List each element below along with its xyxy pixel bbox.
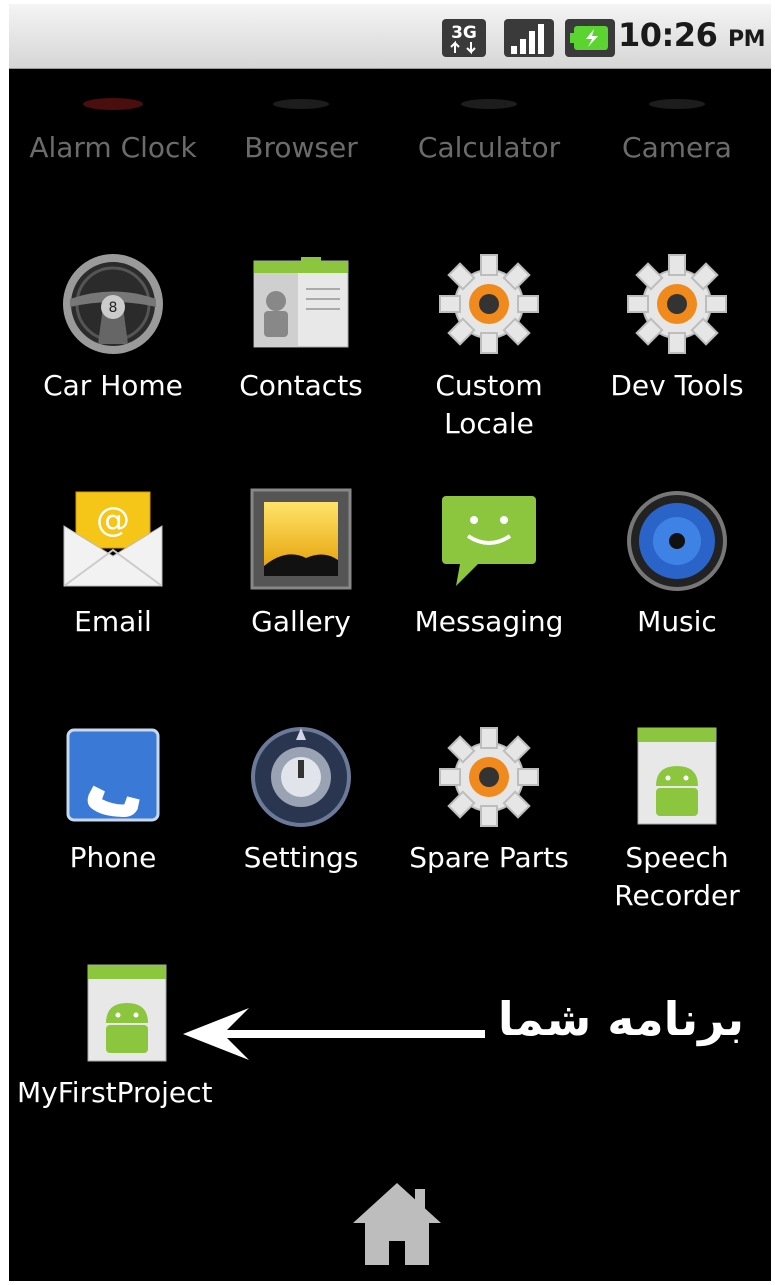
home-icon[interactable] [349,1179,445,1269]
browser-icon [273,99,329,109]
app-settings[interactable]: Settings [206,722,396,952]
gear-icon [627,254,727,354]
app-label: Messaging [414,605,564,638]
app-phone[interactable]: Phone [18,722,208,952]
app-label: Dev Tools [610,369,744,402]
app-label: Camera [622,131,732,164]
annotation-text: برنامه شما [497,992,744,1046]
network-type-label: 3G [451,23,477,43]
app-custom-locale[interactable]: Custom Locale [394,249,584,479]
left-arrow-icon [183,1008,485,1060]
app-label: Settings [243,841,359,874]
app-label: Email [74,605,152,638]
app-contacts[interactable]: Contacts [206,249,396,479]
app-label: Calculator [417,131,561,164]
label-line: Speech [625,841,729,874]
app-label: Music [637,605,717,638]
label-line: Recorder [614,879,740,912]
contacts-book-icon [253,257,349,348]
battery-charging-icon [565,19,615,57]
app-label: Contacts [239,369,363,402]
speaker-icon [627,491,727,591]
app-drawer-screen: 3G 10:26 PM Alarm Clock Browser Calculat… [9,4,771,1281]
svg-text:8: 8 [109,300,118,316]
label-line: Locale [444,407,534,440]
alarm-clock-icon [83,98,143,110]
app-label: Alarm Clock [29,131,197,164]
app-dev-tools[interactable]: Dev Tools [582,249,771,479]
app-car-home[interactable]: 8 Car Home [18,249,208,479]
svg-text:@: @ [96,500,130,540]
app-music[interactable]: Music [582,486,771,716]
app-label: Custom Locale [394,367,584,443]
gear-icon [439,254,539,354]
app-myfirstproject[interactable]: MyFirstProject [17,959,252,1189]
android-default-icon [87,964,167,1062]
app-label: Car Home [43,369,183,402]
clock: 10:26 PM [617,16,766,54]
status-bar: 3G 10:26 PM [9,4,771,69]
app-label: Browser [244,131,358,164]
app-email[interactable]: @ Email [18,486,208,716]
app-gallery[interactable]: Gallery [206,486,396,716]
phone-handset-icon [66,728,160,822]
signal-strength-icon [504,19,554,57]
speech-bubble-icon [442,496,536,586]
settings-knob-icon [251,727,351,827]
app-label: MyFirstProject [17,1076,213,1109]
label-line: Custom [435,369,543,402]
3g-data-icon: 3G [442,19,486,57]
envelope-icon: @ [63,491,163,587]
camera-icon [649,99,705,109]
gear-icon [439,727,539,827]
app-spare-parts[interactable]: Spare Parts [394,722,584,952]
clock-time: 10:26 [617,16,718,54]
steering-wheel-icon: 8 [63,254,163,354]
android-default-icon [637,727,717,825]
app-label: Spare Parts [409,841,569,874]
app-speech-recorder[interactable]: Speech Recorder [582,722,771,952]
app-messaging[interactable]: Messaging [394,486,584,716]
clock-ampm: PM [727,27,766,52]
app-label: Speech Recorder [582,839,771,915]
picture-frame-icon [250,488,352,590]
app-label: Phone [69,841,157,874]
calculator-icon [461,99,517,109]
app-label: Gallery [251,605,351,638]
